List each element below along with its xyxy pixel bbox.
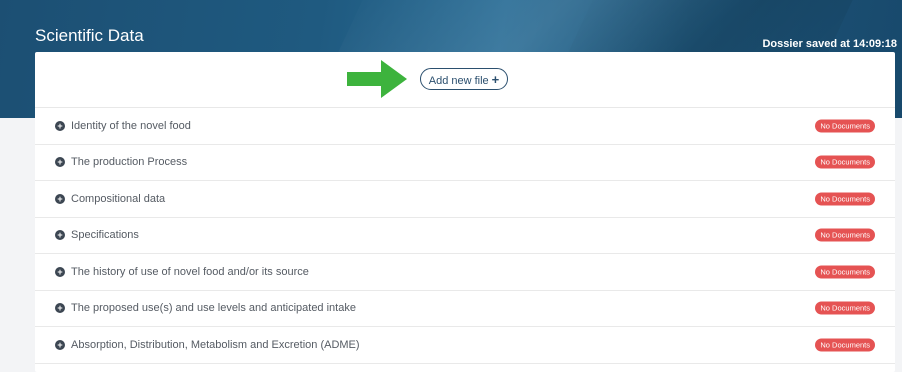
section-label: Identity of the novel food	[71, 119, 191, 132]
section-label: The production Process	[71, 156, 188, 169]
section-row[interactable]: + Identity of the novel food No Document…	[35, 108, 895, 145]
status-badge: No Documents	[815, 338, 875, 352]
page-title: Scientific Data	[35, 26, 144, 45]
add-new-file-button[interactable]: Add new file +	[420, 68, 508, 90]
expand-plus-icon[interactable]: +	[55, 157, 65, 168]
scientific-data-panel: Add new file + + Identity of the novel fo…	[35, 52, 895, 372]
status-badge: No Documents	[815, 192, 875, 206]
expand-plus-icon[interactable]: +	[55, 230, 65, 241]
expand-plus-icon[interactable]: +	[55, 266, 65, 277]
section-row[interactable]: + Absorption, Distribution, Metabolism a…	[35, 327, 895, 364]
expand-plus-icon[interactable]: +	[55, 303, 65, 314]
section-label: The proposed use(s) and use levels and a…	[71, 302, 356, 315]
expand-plus-icon[interactable]: +	[55, 339, 65, 350]
section-row[interactable]: + The history of use of novel food and/o…	[35, 254, 895, 291]
status-badge: No Documents	[815, 301, 875, 315]
plus-icon: +	[491, 72, 500, 87]
expand-plus-icon[interactable]: +	[55, 120, 65, 131]
status-badge: No Documents	[815, 155, 875, 169]
add-file-row: Add new file +	[35, 52, 895, 108]
status-badge: No Documents	[815, 265, 875, 279]
status-badge: No Documents	[815, 119, 875, 133]
green-arrow-icon	[347, 60, 407, 98]
section-row[interactable]: + The proposed use(s) and use levels and…	[35, 291, 895, 327]
section-label: Specifications	[71, 229, 139, 242]
save-status: Dossier saved at 14:09:18	[762, 38, 897, 50]
section-row[interactable]: + The production Process No Documents	[35, 145, 895, 181]
add-new-file-label: Add new file	[428, 75, 489, 87]
section-label: The history of use of novel food and/or …	[71, 265, 309, 278]
section-row[interactable]: + Specifications No Documents	[35, 218, 895, 254]
section-row[interactable]: + Compositional data No Documents	[35, 181, 895, 218]
section-label: Compositional data	[71, 192, 166, 205]
section-label: Absorption, Distribution, Metabolism and…	[71, 338, 360, 351]
status-badge: No Documents	[815, 228, 875, 242]
expand-plus-icon[interactable]: +	[55, 193, 65, 204]
